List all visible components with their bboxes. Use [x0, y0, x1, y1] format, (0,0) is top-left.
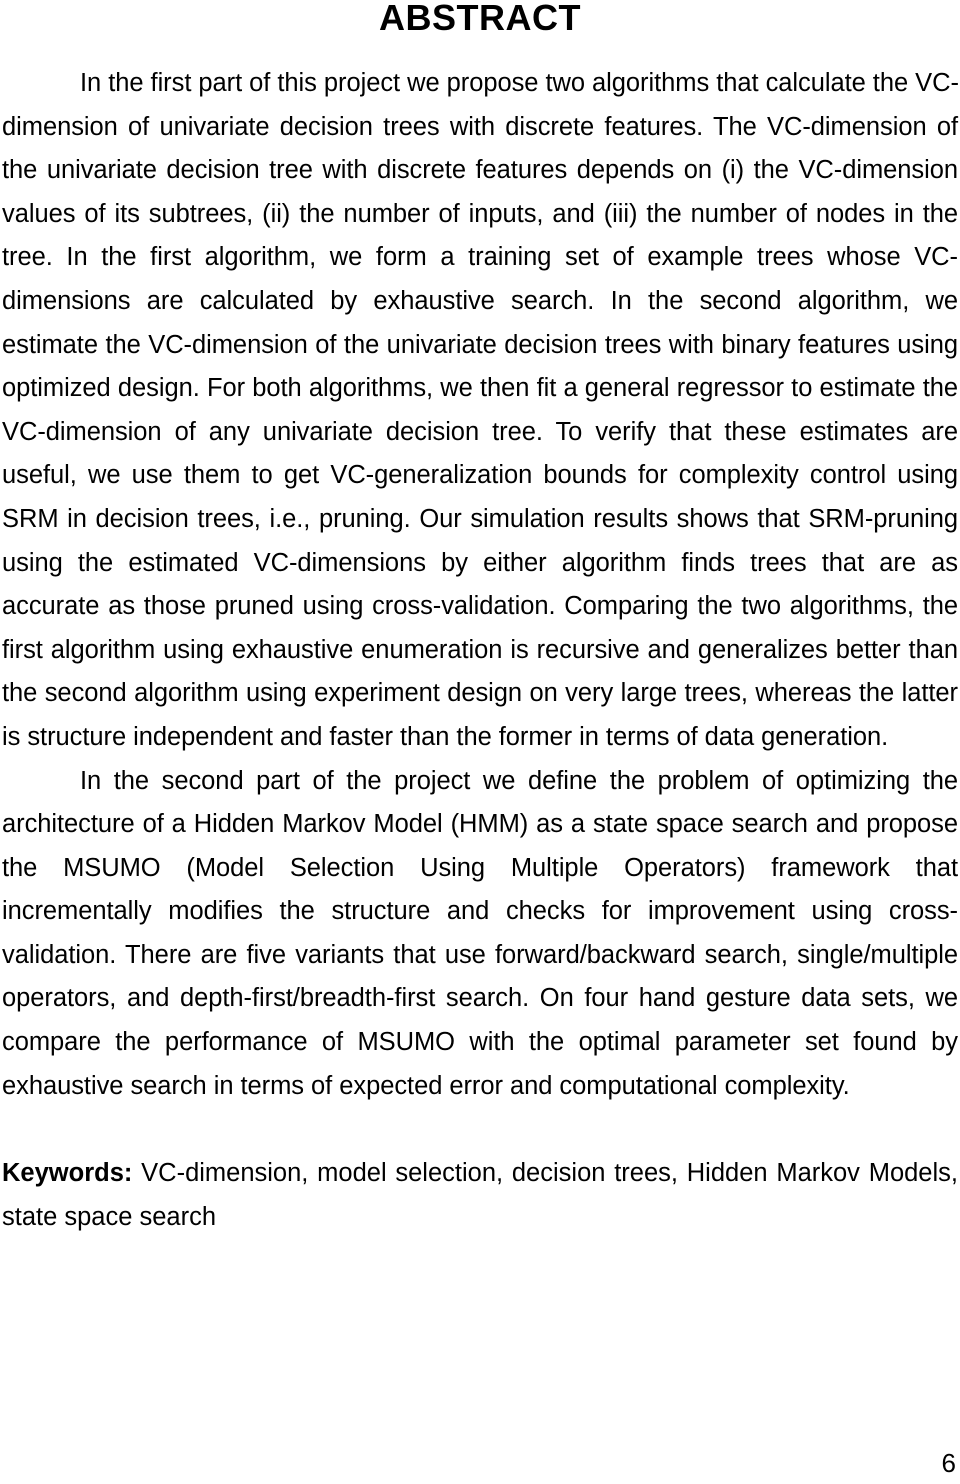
text-line: accurate as those pruned using cross-val…	[2, 592, 958, 621]
abstract-body: In the first part of this project we pro…	[2, 62, 959, 1109]
text-line: exhaustive search in terms of expected e…	[2, 1071, 850, 1100]
text-line: the univariate decision tree with discre…	[2, 156, 958, 185]
keywords-label: Keywords:	[2, 1159, 133, 1187]
text-line: compare the performance of MSUMO with th…	[2, 1028, 958, 1057]
text-line: In the second part of the project we def…	[80, 766, 958, 795]
keywords-line-1: Keywords: VC-dimension, model selection,…	[2, 1152, 958, 1196]
text-line: SRM in decision trees, i.e., pruning. Ou…	[2, 504, 958, 533]
text-line: optimized design. For both algorithms, w…	[2, 374, 958, 403]
text-line: the second algorithm using experiment de…	[2, 679, 958, 708]
text-line: VC-dimension of any univariate decision …	[2, 417, 958, 446]
abstract-paragraph-2: In the second part of the project we def…	[2, 760, 958, 1109]
keywords-line-2: state space search	[2, 1202, 217, 1231]
page-title: ABSTRACT	[379, 0, 581, 38]
document-page: ABSTRACT In the first part of this proje…	[0, 0, 960, 1484]
text-line: estimate the VC-dimension of the univari…	[2, 330, 958, 359]
text-line: useful, we use them to get VC-generaliza…	[2, 461, 958, 490]
text-line: using the estimated VC-dimensions by eit…	[2, 548, 958, 577]
text-line: dimensions are calculated by exhaustive …	[2, 286, 958, 315]
text-line: validation. There are five variants that…	[2, 940, 958, 969]
text-line: the MSUMO (Model Selection Using Multipl…	[2, 853, 958, 882]
keywords-block: Keywords: VC-dimension, model selection,…	[2, 1152, 958, 1239]
text-line: first algorithm using exhaustive enumera…	[2, 635, 958, 664]
text-line: dimension of univariate decision trees w…	[2, 112, 958, 141]
text-line: is structure independent and faster than…	[2, 722, 889, 751]
page-number: 6	[941, 1448, 956, 1478]
text-line: incrementally modifies the structure and…	[2, 897, 958, 926]
abstract-paragraph-1: In the first part of this project we pro…	[2, 62, 959, 760]
text-line: architecture of a Hidden Markov Model (H…	[2, 810, 958, 839]
text-line: In the first part of this project we pro…	[80, 69, 959, 97]
keywords-values-part-1: VC-dimension, model selection, decision …	[132, 1159, 958, 1187]
text-line: tree. In the first algorithm, we form a …	[2, 243, 958, 272]
text-line: values of its subtrees, (ii) the number …	[2, 199, 958, 228]
text-line: operators, and depth-first/breadth-first…	[2, 984, 958, 1013]
